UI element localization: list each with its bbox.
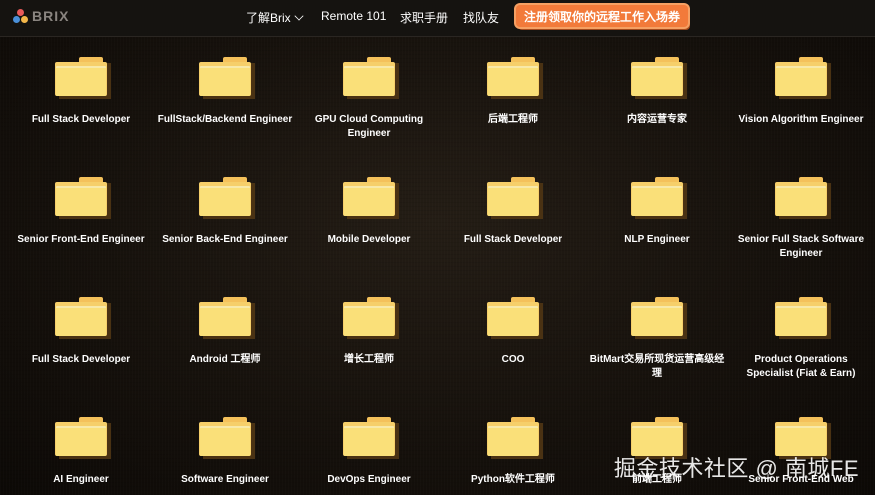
top-navigation-bar: BRIX 了解Brix Remote 101 求职手册 找队友 注册领取你的远程… (0, 0, 875, 37)
job-title-label: BitMart交易所现货运营高级经理 (589, 354, 725, 379)
folder-icon (343, 57, 399, 99)
chevron-down-icon (294, 11, 304, 21)
signup-cta-button[interactable]: 注册领取你的远程工作入场券 (516, 5, 688, 27)
job-title-label: GPU Cloud Computing Engineer (314, 114, 424, 139)
job-folder[interactable]: Senior Back-End Engineer (153, 177, 298, 247)
job-folder[interactable]: BitMart交易所现货运营高级经理 (585, 297, 730, 381)
folder-icon (775, 297, 831, 339)
job-folder[interactable]: Software Engineer (153, 417, 298, 487)
folder-icon (631, 57, 687, 99)
folder-icon (55, 57, 111, 99)
brix-logo-icon (13, 8, 29, 24)
job-title-label: COO (501, 354, 525, 365)
job-title-label: Product Operations Specialist (Fiat & Ea… (746, 354, 856, 379)
brix-logo-text: BRIX (32, 8, 70, 24)
job-folder[interactable]: GPU Cloud Computing Engineer (297, 57, 442, 141)
job-title-label: 增长工程师 (344, 354, 394, 365)
job-title-label: Senior Back-End Engineer (162, 234, 288, 245)
folder-icon (487, 297, 543, 339)
job-folder[interactable]: FullStack/Backend Engineer (153, 57, 298, 127)
job-title-label: Python软件工程师 (471, 474, 555, 485)
job-title-label: Senior Full Stack Software Engineer (737, 234, 865, 259)
nav-about-brix[interactable]: 了解Brix (246, 9, 304, 26)
job-folder[interactable]: COO (441, 297, 586, 367)
job-folder[interactable]: 内容运营专家 (585, 57, 730, 127)
brix-logo[interactable]: BRIX (13, 8, 69, 24)
job-title-label: Mobile Developer (327, 234, 411, 245)
job-folder[interactable]: Mobile Developer (297, 177, 442, 247)
folder-icon (343, 417, 399, 459)
folder-icon (55, 177, 111, 219)
job-title-label: Full Stack Developer (31, 114, 131, 125)
job-folder[interactable]: Senior Front-End Engineer (9, 177, 154, 247)
job-folder[interactable]: Full Stack Developer (9, 57, 154, 127)
nav-find-teammates-label: 找队友 (463, 11, 500, 25)
job-title-label: 内容运营专家 (627, 114, 687, 125)
folder-icon (55, 297, 111, 339)
job-folder[interactable]: Python软件工程师 (441, 417, 586, 487)
job-folder[interactable]: NLP Engineer (585, 177, 730, 247)
nav-remote-101[interactable]: Remote 101 (321, 9, 386, 23)
job-folder[interactable]: Android 工程师 (153, 297, 298, 367)
folder-icon (487, 57, 543, 99)
folder-icon (487, 177, 543, 219)
job-folder[interactable]: Full Stack Developer (441, 177, 586, 247)
folder-icon (199, 417, 255, 459)
folder-icon (199, 297, 255, 339)
folder-icon (55, 417, 111, 459)
job-folder[interactable]: AI Engineer (9, 417, 154, 487)
job-folder[interactable]: Vision Algorithm Engineer (729, 57, 874, 127)
nav-remote-101-label: Remote 101 (321, 9, 387, 23)
watermark-text: 掘金技术社区 @ 南城FE (613, 456, 859, 481)
folder-icon (343, 297, 399, 339)
job-title-label: Vision Algorithm Engineer (738, 114, 864, 125)
folder-icon (343, 177, 399, 219)
nav-job-handbook-label: 求职手册 (400, 11, 449, 25)
job-folder[interactable]: 增长工程师 (297, 297, 442, 367)
job-title-label: FullStack/Backend Engineer (157, 114, 293, 125)
folder-icon (199, 57, 255, 99)
nav-about-brix-label: 了解Brix (246, 11, 291, 25)
nav-find-teammates[interactable]: 找队友 (463, 9, 499, 26)
job-folder[interactable]: Full Stack Developer (9, 297, 154, 367)
nav-job-handbook[interactable]: 求职手册 (400, 9, 448, 26)
folder-icon (775, 57, 831, 99)
job-title-label: Software Engineer (181, 474, 269, 485)
job-title-label: 后端工程师 (488, 114, 538, 125)
job-title-label: DevOps Engineer (327, 474, 411, 485)
job-folder[interactable]: Senior Full Stack Software Engineer (729, 177, 874, 261)
folder-icon (631, 177, 687, 219)
job-title-label: Senior Front-End Engineer (17, 234, 145, 245)
folder-icon (199, 177, 255, 219)
job-title-label: Full Stack Developer (31, 354, 131, 365)
job-title-label: NLP Engineer (624, 234, 690, 245)
job-folder[interactable]: 后端工程师 (441, 57, 586, 127)
job-title-label: Android 工程师 (189, 354, 261, 365)
folder-icon (775, 177, 831, 219)
folder-icon (487, 417, 543, 459)
job-folder[interactable]: DevOps Engineer (297, 417, 442, 487)
job-folder[interactable]: Product Operations Specialist (Fiat & Ea… (729, 297, 874, 381)
folder-icon (631, 297, 687, 339)
job-title-label: AI Engineer (53, 474, 109, 485)
job-title-label: Full Stack Developer (463, 234, 563, 245)
